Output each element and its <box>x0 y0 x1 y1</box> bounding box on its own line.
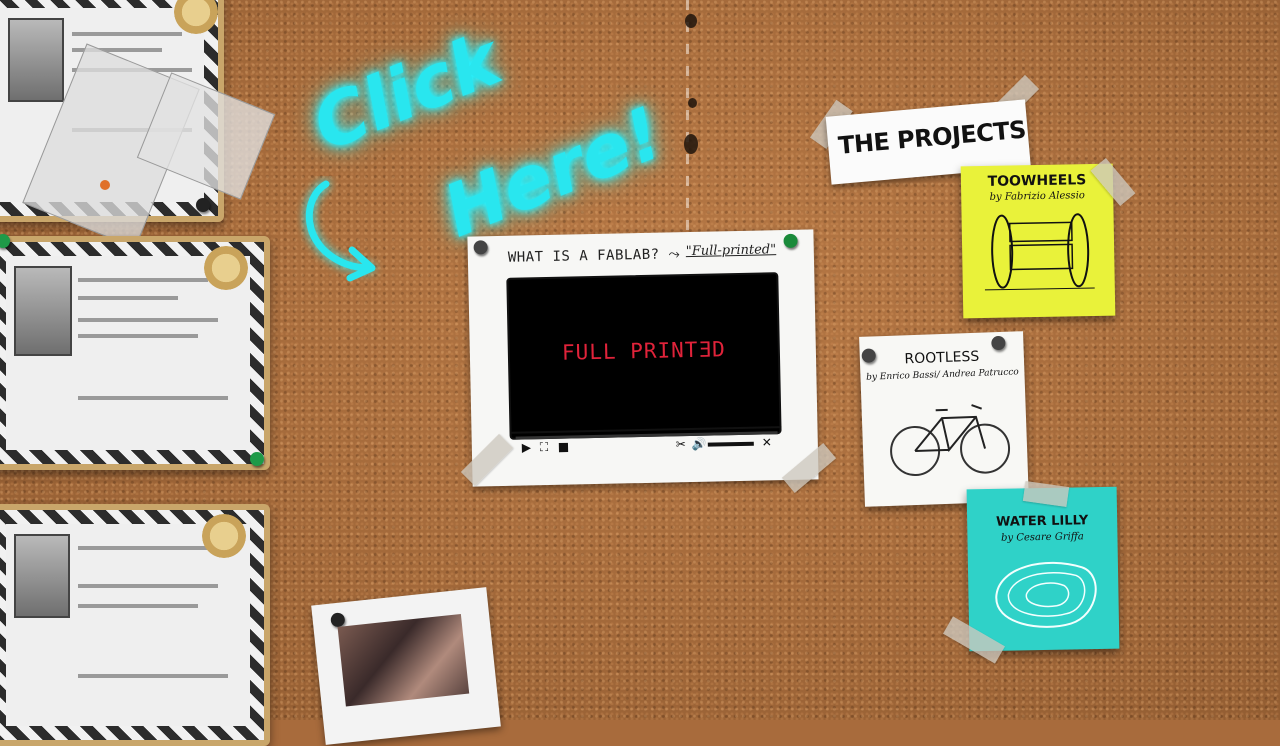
volume-slider[interactable] <box>708 442 754 447</box>
team-member-card[interactable] <box>0 504 270 746</box>
fablab-video-card[interactable]: WHAT IS A FABLAB? ⤳ "Full-printed" FULL … <box>467 229 818 486</box>
project-title: WATER LILLY <box>967 513 1117 531</box>
project-author: by Enrico Bassi/ Andrea Patrucco <box>860 367 1024 383</box>
pin-hole <box>684 134 698 154</box>
video-controls: ▶ ⛶ ■ ✂ 🔊 ✕ <box>512 426 783 464</box>
click-text: Click <box>301 17 511 167</box>
wheelchair-sketch-icon <box>983 208 1094 296</box>
seal-badge <box>204 246 248 290</box>
project-card-water-lilly[interactable]: WATER LILLY by Cesare Griffa <box>967 487 1120 652</box>
project-card-toowheels[interactable]: TOOWHEELS by Fabrizio Alessio <box>961 164 1116 319</box>
push-pin <box>474 240 488 254</box>
seek-bar[interactable] <box>516 431 778 439</box>
project-title: ROOTLESS <box>860 347 1024 369</box>
cork-seam <box>686 0 689 230</box>
push-pin <box>783 234 797 248</box>
curved-arrow-icon <box>296 176 386 286</box>
stop-icon[interactable]: ■ <box>558 441 570 453</box>
project-author: by Fabrizio Alessio <box>961 190 1113 204</box>
member-photo <box>14 266 72 356</box>
video-screen-text: FULL PRINTƎD <box>510 336 778 366</box>
volume-icon[interactable]: 🔊 <box>692 438 707 450</box>
group-photo <box>338 614 470 707</box>
pin-hole <box>685 14 697 28</box>
settings-icon[interactable]: ✂ <box>676 438 686 450</box>
pin-hole <box>688 98 697 108</box>
seal-badge <box>202 514 246 558</box>
floor-plan-overlay <box>40 30 270 230</box>
here-text: Here! <box>433 91 674 254</box>
team-member-card[interactable] <box>0 236 270 470</box>
close-icon[interactable]: ✕ <box>762 436 772 448</box>
project-author: by Cesare Griffa <box>967 531 1117 545</box>
video-subtitle: "Full-printed" <box>686 242 777 259</box>
video-player-screen[interactable]: FULL PRINTƎD <box>506 272 781 440</box>
water-lilly-sketch-icon <box>986 553 1105 635</box>
bicycle-sketch-icon <box>885 388 1012 482</box>
push-pin <box>250 452 264 466</box>
project-title: TOOWHEELS <box>961 172 1113 191</box>
project-card-rootless[interactable]: ROOTLESS by Enrico Bassi/ Andrea Patrucc… <box>859 331 1029 507</box>
squiggle-arrow-icon: ⤳ <box>668 246 680 262</box>
member-photo <box>14 534 70 618</box>
play-icon[interactable]: ▶ <box>522 441 531 453</box>
group-photo-card[interactable] <box>311 587 501 745</box>
push-pin <box>196 198 210 212</box>
video-title: WHAT IS A FABLAB? ⤳ <box>508 246 681 266</box>
fullscreen-icon[interactable]: ⛶ <box>540 441 549 453</box>
